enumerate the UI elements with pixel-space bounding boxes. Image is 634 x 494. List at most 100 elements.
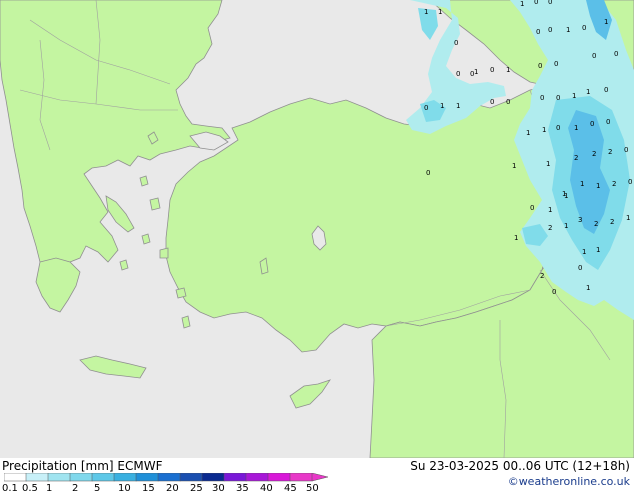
precip-value-label: 0 <box>536 28 540 36</box>
precip-value-label: 2 <box>608 148 612 156</box>
valid-time-label: Su 23-03-2025 00..06 UTC (12+18h) <box>410 459 630 473</box>
precip-value-label: 1 <box>582 248 586 256</box>
precip-value-label: 0 <box>490 98 494 106</box>
aegean-island <box>119 259 129 271</box>
colorbar-segment <box>179 473 203 482</box>
aegean-island <box>181 315 191 329</box>
colorbar-tick-label: 1 <box>46 483 53 494</box>
aegean-island <box>141 233 151 245</box>
precip-value-label: 1 <box>548 206 552 214</box>
precip-value-label: 1 <box>438 8 442 16</box>
colorbar-segment <box>201 473 225 482</box>
precip-value-label: 0 <box>578 264 582 272</box>
precip-value-label: 1 <box>542 126 546 134</box>
colorbar-tick-label: 30 <box>212 483 225 494</box>
precip-value-label: 0 <box>534 0 538 6</box>
legend-bar: Precipitation [mm] ECMWF Su 23-03-2025 0… <box>0 458 634 494</box>
colorbar-tick-label: 25 <box>190 483 203 494</box>
precip-value-label: 0 <box>426 169 430 177</box>
precip-value-label: 0 <box>552 288 556 296</box>
colorbar-tick-label: 5 <box>94 483 101 494</box>
precip-value-label: 0 <box>540 94 544 102</box>
legend-title: Precipitation [mm] ECMWF <box>2 459 162 473</box>
precip-value-label: 2 <box>594 220 598 228</box>
colorbar-tick-label: 0.5 <box>22 483 38 494</box>
crete-land <box>79 355 147 379</box>
precip-value-label: 2 <box>592 150 596 158</box>
aegean-island <box>175 287 187 299</box>
precip-value-label: 1 <box>580 180 584 188</box>
precip-value-label: 1 <box>564 222 568 230</box>
colorbar-segment <box>4 473 27 482</box>
precip-value-label: 1 <box>596 246 600 254</box>
colorbar-segment <box>223 473 247 482</box>
precip-value-label: 0 <box>604 86 608 94</box>
colorbar-segment <box>91 473 115 482</box>
precip-value-label: 0 <box>456 70 460 78</box>
precip-value-label: 1 <box>440 102 444 110</box>
colorbar-segment <box>289 473 313 482</box>
precip-value-label: 2 <box>612 180 616 188</box>
precipitation-map: 1110000001100100000110001100010110100222… <box>0 0 634 458</box>
colorbar-tick-label: 0.1 <box>2 483 18 494</box>
precip-value-label: 1 <box>626 214 630 222</box>
colorbar-segment <box>47 473 71 482</box>
colorbar-tick-label: 50 <box>306 483 319 494</box>
precip-value-label: 1 <box>546 160 550 168</box>
precip-value-label: 0 <box>530 204 534 212</box>
precip-value-label: 0 <box>548 0 552 6</box>
precip-value-label: 2 <box>540 272 544 280</box>
precip-value-label: 2 <box>610 218 614 226</box>
precip-value-label: 0 <box>590 120 594 128</box>
aegean-island <box>149 197 161 211</box>
precip-value-label: 3 <box>578 216 582 224</box>
precip-value-label: 1 <box>596 182 600 190</box>
precip-value-label: 1 <box>520 0 524 8</box>
colorbar-tick-label: 35 <box>236 483 249 494</box>
precip-value-label: 1 <box>506 66 510 74</box>
precip-value-label: 0 <box>424 104 428 112</box>
colorbar-segment <box>25 473 49 482</box>
precip-value-label: 0 <box>490 66 494 74</box>
colorbar-segment <box>267 473 291 482</box>
precip-value-label: 0 <box>628 178 632 186</box>
precip-value-label: 0 <box>592 52 596 60</box>
colorbar-tick-label: 20 <box>166 483 179 494</box>
colorbar-tick-label: 45 <box>284 483 297 494</box>
precip-value-label: 1 <box>456 102 460 110</box>
evia-land <box>105 195 135 233</box>
precip-value-label: 1 <box>566 26 570 34</box>
precip-value-label: 0 <box>606 118 610 126</box>
credit-link[interactable]: ©weatheronline.co.uk <box>508 475 630 488</box>
precip-value-label: 0 <box>556 94 560 102</box>
colorbar-tick-label: 40 <box>260 483 273 494</box>
colorbar-tick-label: 15 <box>142 483 155 494</box>
aegean-island <box>159 247 169 259</box>
precip-value-label: 1 <box>586 284 590 292</box>
legend-model: ECMWF <box>117 459 163 473</box>
colorbar-tick-label: 10 <box>118 483 131 494</box>
precip-value-label: 1 <box>424 8 428 16</box>
legend-parameter: Precipitation [mm] <box>2 459 114 473</box>
precip-value-label: 0 <box>582 24 586 32</box>
precip-value-label: 1 <box>512 162 516 170</box>
precip-value-label: 0 <box>538 62 542 70</box>
colorbar-segment <box>135 473 159 482</box>
colorbar-segment <box>245 473 269 482</box>
precip-value-label: 1 <box>574 124 578 132</box>
precip-value-label: 1 <box>572 92 576 100</box>
precip-value-label: 2 <box>574 154 578 162</box>
precip-value-label: 1 <box>514 234 518 242</box>
precip-value-label: 1 <box>474 68 478 76</box>
precip-value-label: 0 <box>556 124 560 132</box>
precip-value-label: 0 <box>506 98 510 106</box>
precip-value-label: 1 <box>564 192 568 200</box>
aegean-island <box>139 175 149 187</box>
colorbar-overflow-arrow <box>311 473 329 482</box>
colorbar-tick-label: 2 <box>72 483 79 494</box>
colorbar-segment <box>157 473 181 482</box>
precip-value-label: 1 <box>526 129 530 137</box>
map-canvas: 1 11 0 0000 0 1 10 0 1 00 0001 100 0 1 1 00 0101 1 0 1 0 02 2 2… <box>0 0 634 458</box>
precip-value-label: 0 <box>614 50 618 58</box>
precip-value-label: 1 <box>604 18 608 26</box>
